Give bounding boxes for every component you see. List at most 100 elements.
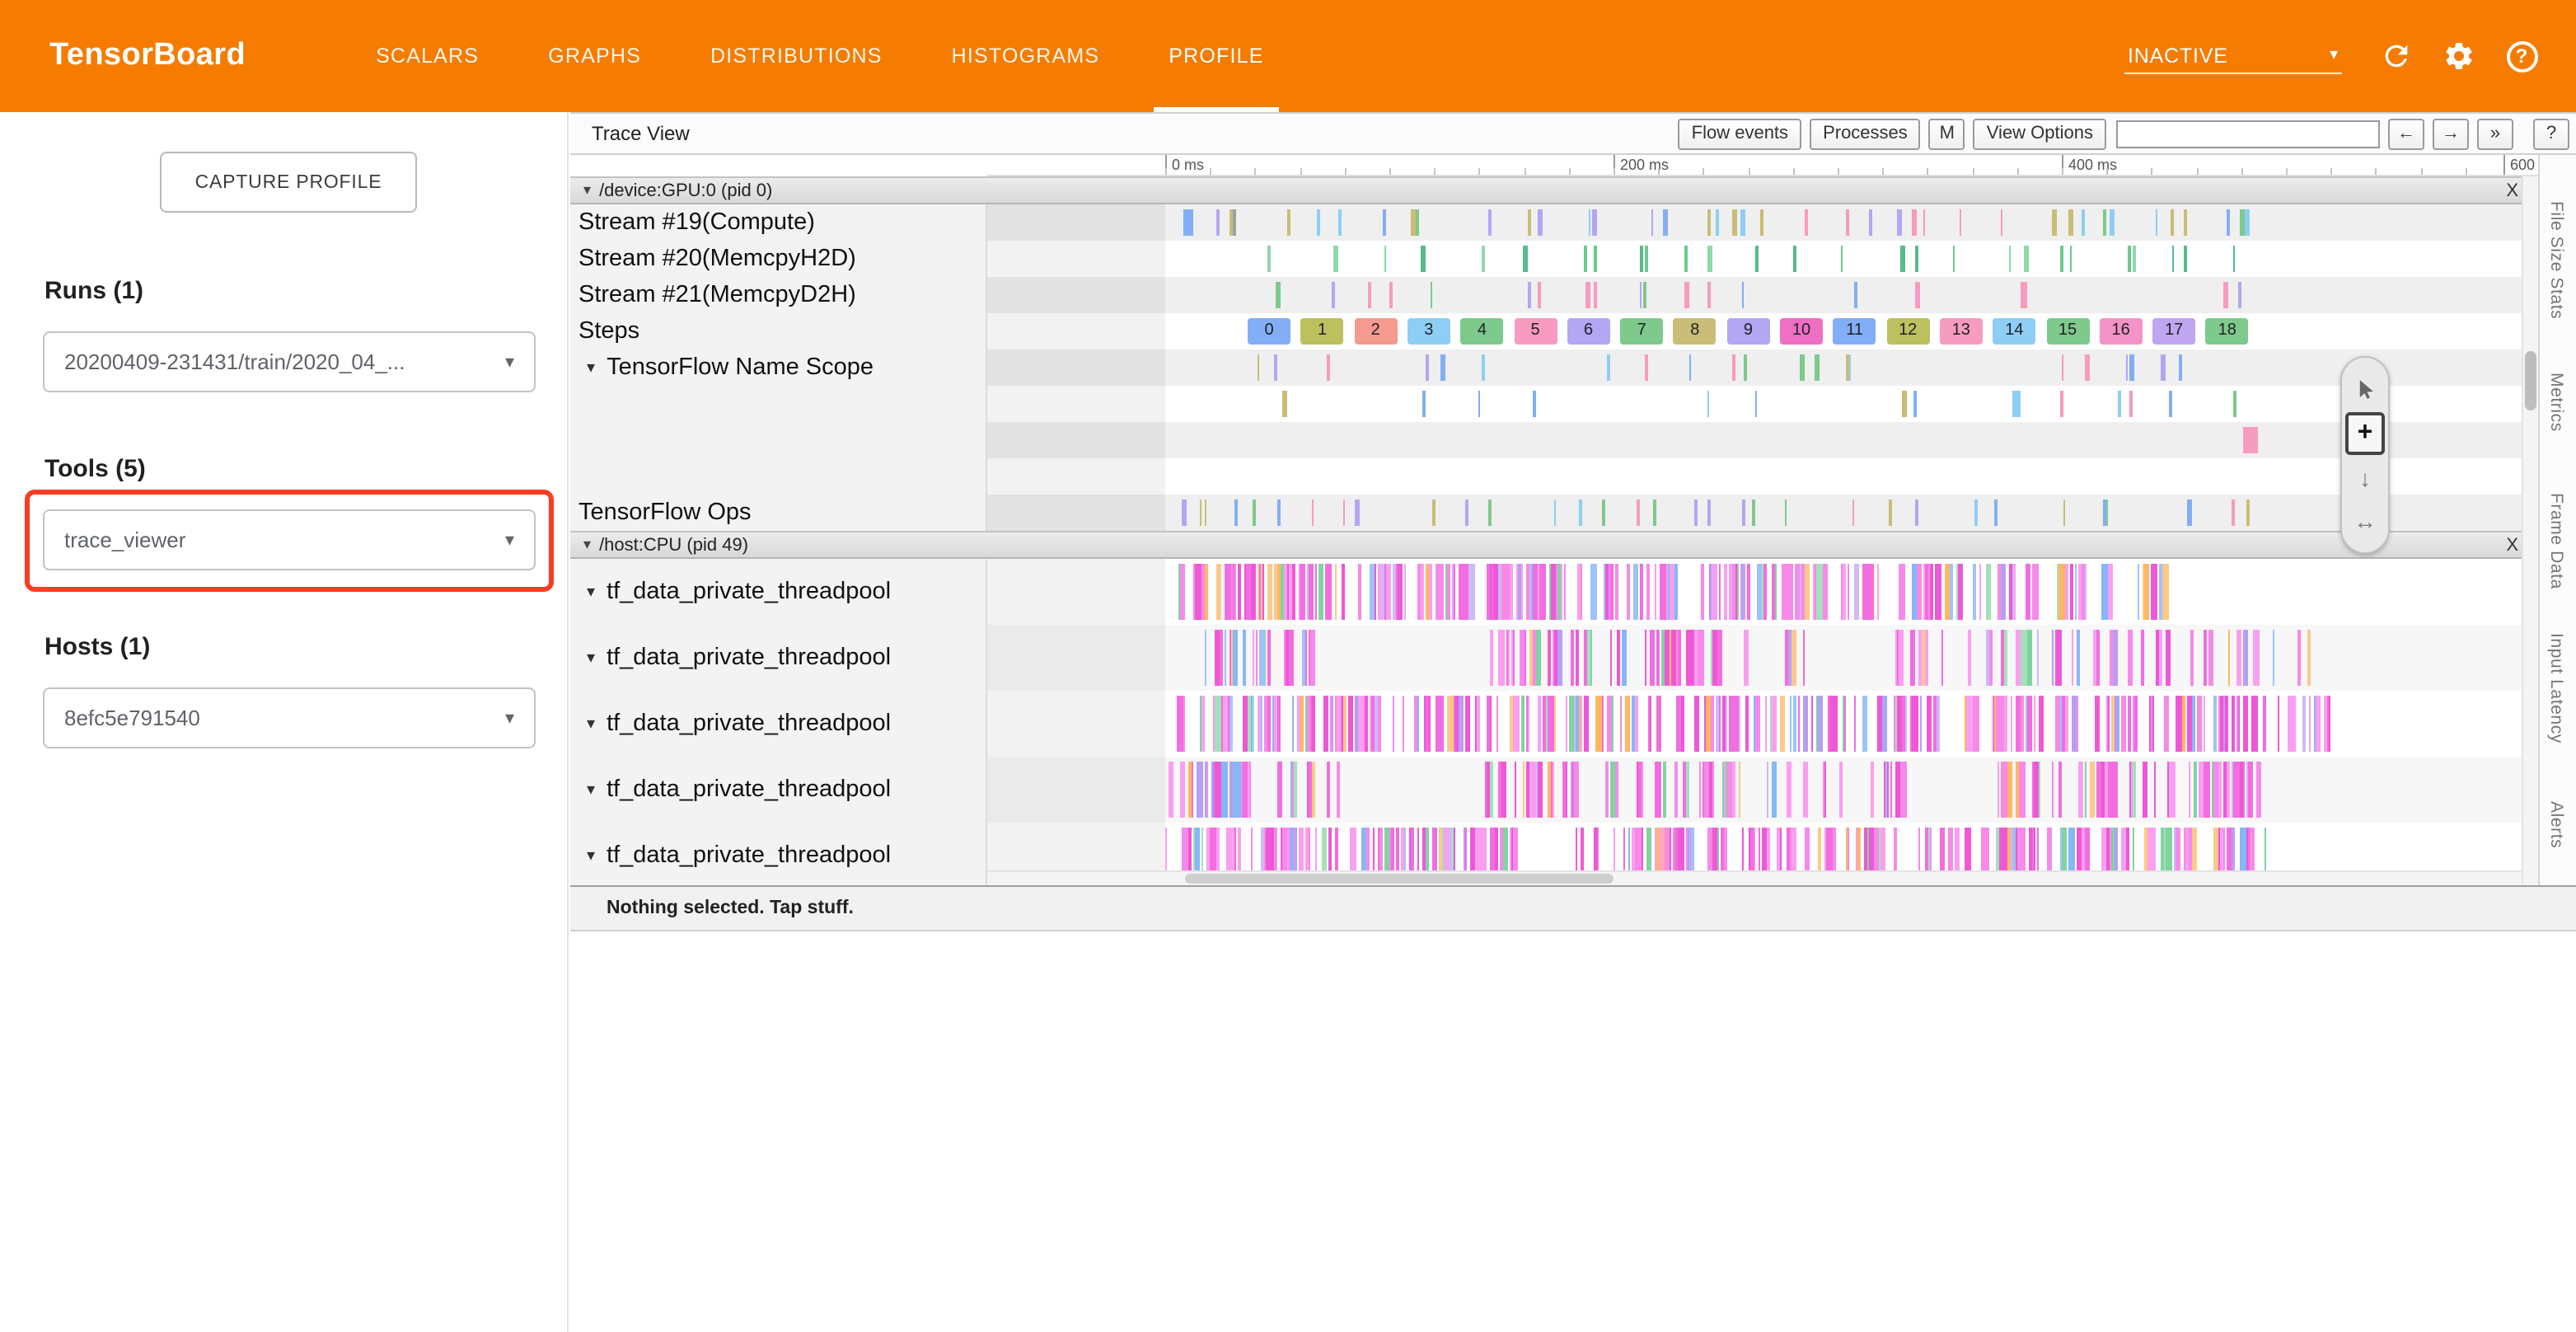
trace-mark bbox=[1793, 246, 1797, 272]
tab-scalars[interactable]: SCALARS bbox=[341, 0, 513, 112]
step-block[interactable]: 13 bbox=[1940, 318, 1983, 345]
trace-mark bbox=[2164, 696, 2168, 752]
track-label-name-scope[interactable]: ▾ TensorFlow Name Scope bbox=[570, 349, 987, 386]
processes-button[interactable]: Processes bbox=[1810, 118, 1921, 149]
scrollbar-thumb[interactable] bbox=[2525, 351, 2536, 410]
step-block[interactable]: 6 bbox=[1567, 318, 1610, 345]
help-icon[interactable]: ? bbox=[2490, 25, 2553, 87]
step-block[interactable]: 5 bbox=[1514, 318, 1557, 345]
gpu-section-header[interactable]: ▾ /device:GPU:0 (pid 0) X bbox=[570, 176, 2538, 204]
trace-mark bbox=[2061, 354, 2063, 381]
tools-select[interactable]: trace_viewer ▾ bbox=[43, 509, 536, 570]
collapse-icon[interactable]: ▾ bbox=[587, 359, 595, 377]
trace-mark bbox=[2129, 391, 2132, 417]
capture-profile-button[interactable]: CAPTURE PROFILE bbox=[160, 152, 417, 213]
step-block[interactable]: 11 bbox=[1834, 318, 1876, 345]
trace-mark bbox=[2254, 630, 2260, 686]
cpu-section-header[interactable]: ▾ /host:CPU (pid 49) X bbox=[570, 531, 2538, 559]
track-label-threadpool-3[interactable]: ▾ tf_data_private_threadpool bbox=[570, 691, 987, 757]
step-block[interactable]: 18 bbox=[2206, 318, 2249, 345]
step-block[interactable]: 9 bbox=[1726, 318, 1769, 345]
track-label-threadpool-1[interactable]: ▾ tf_data_private_threadpool bbox=[570, 559, 987, 625]
track-label-threadpool-4[interactable]: ▾ tf_data_private_threadpool bbox=[570, 757, 987, 823]
trace-mark bbox=[1229, 209, 1234, 236]
tab-input-latency[interactable]: Input Latency bbox=[2546, 633, 2566, 743]
settings-gear-icon[interactable] bbox=[2428, 25, 2490, 87]
trace-mark bbox=[2002, 762, 2007, 818]
trace-mark bbox=[2058, 696, 2060, 752]
collapse-icon[interactable]: ▾ bbox=[587, 847, 595, 865]
tab-graphs[interactable]: GRAPHS bbox=[513, 0, 676, 112]
step-block[interactable]: 10 bbox=[1780, 318, 1823, 345]
collapse-icon[interactable]: ▾ bbox=[587, 649, 595, 667]
pan-right-button[interactable]: → bbox=[2433, 118, 2469, 149]
track-label-steps[interactable]: Steps bbox=[570, 313, 987, 349]
view-options-button[interactable]: View Options bbox=[1974, 118, 2106, 149]
trace-mark bbox=[1327, 762, 1329, 818]
hosts-select[interactable]: 8efc5e791540 ▾ bbox=[43, 687, 536, 748]
scrollbar-thumb[interactable] bbox=[1185, 874, 1614, 884]
trace-mark bbox=[1347, 696, 1353, 752]
step-block[interactable]: 2 bbox=[1354, 318, 1397, 345]
trace-mark bbox=[1447, 564, 1450, 620]
ruler-minor-tick bbox=[1210, 168, 1211, 175]
step-block[interactable]: 17 bbox=[2152, 318, 2195, 345]
trace-help-button[interactable]: ? bbox=[2533, 118, 2569, 149]
status-dropdown[interactable]: INACTIVE ▾ bbox=[2124, 39, 2342, 73]
tab-alerts[interactable]: Alerts bbox=[2546, 801, 2566, 848]
vertical-scrollbar[interactable] bbox=[2522, 176, 2538, 885]
zoom-tool[interactable]: + bbox=[2345, 412, 2385, 455]
collapse-icon[interactable]: ▾ bbox=[587, 715, 595, 733]
step-block[interactable]: 4 bbox=[1460, 318, 1503, 345]
refresh-icon[interactable] bbox=[2365, 25, 2428, 87]
tab-profile[interactable]: PROFILE bbox=[1134, 0, 1298, 112]
timing-tool[interactable]: ↔ bbox=[2347, 501, 2383, 541]
step-block[interactable]: 16 bbox=[2100, 318, 2143, 345]
metrics-m-button[interactable]: M bbox=[1929, 118, 1965, 149]
trace-mark bbox=[1895, 630, 1896, 686]
ruler-minor-tick bbox=[2152, 168, 2153, 175]
track-label-tf-ops[interactable]: TensorFlow Ops bbox=[570, 495, 987, 531]
step-block[interactable]: 12 bbox=[1886, 318, 1929, 345]
track-label-stream20[interactable]: Stream #20(MemcpyH2D) bbox=[570, 241, 987, 277]
step-block[interactable]: 15 bbox=[2046, 318, 2089, 345]
runs-select[interactable]: 20200409-231431/train/2020_04_... ▾ bbox=[43, 331, 536, 392]
trace-mark bbox=[1439, 696, 1444, 752]
cpu-section-close-button[interactable]: X bbox=[2506, 535, 2518, 555]
trace-mark bbox=[1912, 209, 1916, 236]
trace-mark bbox=[1585, 696, 1589, 752]
tab-distributions[interactable]: DISTRIBUTIONS bbox=[676, 0, 917, 112]
tab-frame-data[interactable]: Frame Data bbox=[2546, 493, 2566, 589]
horizontal-scrollbar[interactable] bbox=[987, 870, 2522, 885]
step-block[interactable]: 7 bbox=[1620, 318, 1663, 345]
collapse-icon[interactable]: ▾ bbox=[587, 781, 595, 799]
trace-mark bbox=[1915, 500, 1918, 526]
tab-metrics[interactable]: Metrics bbox=[2546, 373, 2566, 432]
collapse-icon[interactable]: ▾ bbox=[583, 181, 591, 199]
trace-search-input[interactable] bbox=[2116, 120, 2380, 148]
trace-mark bbox=[1753, 500, 1756, 526]
flow-events-button[interactable]: Flow events bbox=[1679, 118, 1801, 149]
selection-status-text: Nothing selected. Tap stuff. bbox=[607, 898, 854, 918]
ruler-tick-600ms: 600 bbox=[2503, 155, 2535, 176]
step-block[interactable]: 14 bbox=[1993, 318, 2035, 345]
step-block[interactable]: 1 bbox=[1301, 318, 1344, 345]
fast-forward-button[interactable]: » bbox=[2477, 118, 2513, 149]
tab-file-size-stats[interactable]: File Size Stats bbox=[2546, 201, 2566, 319]
tab-histograms[interactable]: HISTOGRAMS bbox=[917, 0, 1135, 112]
gpu-section-close-button[interactable]: X bbox=[2506, 181, 2518, 200]
step-block[interactable]: 8 bbox=[1674, 318, 1717, 345]
track-label-stream19[interactable]: Stream #19(Compute) bbox=[570, 204, 987, 241]
pan-tool[interactable]: ↓ bbox=[2347, 458, 2383, 498]
track-label-threadpool-5[interactable]: ▾ tf_data_private_threadpool bbox=[570, 823, 987, 885]
trace-mark bbox=[1643, 282, 1647, 308]
step-block[interactable]: 3 bbox=[1407, 318, 1450, 345]
pan-left-button[interactable]: ← bbox=[2388, 118, 2424, 149]
track-label-threadpool-2[interactable]: ▾ tf_data_private_threadpool bbox=[570, 625, 987, 691]
track-label-stream21[interactable]: Stream #21(MemcpyD2H) bbox=[570, 277, 987, 313]
collapse-icon[interactable]: ▾ bbox=[583, 536, 591, 554]
trace-mark bbox=[1288, 209, 1290, 236]
select-cursor-tool[interactable] bbox=[2347, 369, 2383, 409]
step-block[interactable]: 0 bbox=[1248, 318, 1290, 345]
collapse-icon[interactable]: ▾ bbox=[587, 583, 595, 601]
